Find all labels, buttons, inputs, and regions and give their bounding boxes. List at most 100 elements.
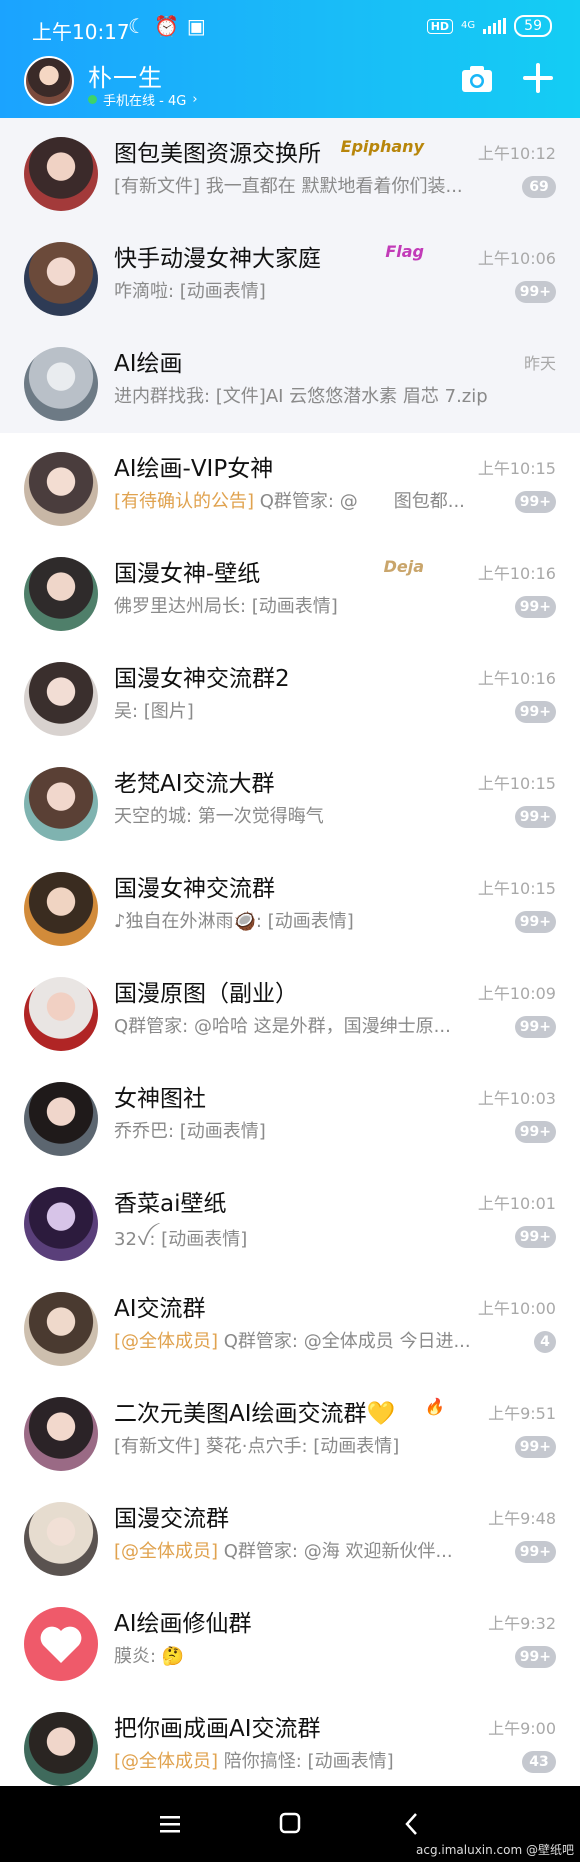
chat-time: 上午9:00 [488, 1719, 556, 1738]
group-avatar[interactable] [24, 1397, 98, 1471]
chat-preview-text: Q群管家: @全体成员 今日进... [218, 1331, 471, 1352]
group-avatar[interactable] [24, 1082, 98, 1156]
group-avatar[interactable] [24, 347, 98, 421]
chat-row[interactable]: AI绘画修仙群 膜炎: 🤔 上午9:32 99+ [0, 1588, 580, 1693]
chat-title: 国漫交流群 [114, 1506, 229, 1532]
chat-preview: 吴: [图片] [114, 697, 194, 723]
chat-preview: ♪独自在外淋雨🥥: [动画表情] [114, 907, 354, 933]
unread-badge: 99+ [514, 1541, 556, 1563]
heart-avatar[interactable] [24, 1607, 98, 1681]
chat-time: 上午9:51 [488, 1404, 556, 1423]
chat-title: 二次元美图AI绘画交流群💛 [114, 1401, 396, 1427]
back-icon[interactable] [392, 1806, 432, 1842]
chat-preview-text: 进内群找我: [文件]AI 云悠悠潜水素 眉芯 7.zip [114, 386, 488, 407]
chat-row[interactable]: 国漫女神-壁纸 佛罗里达州局长: [动画表情] 上午10:16 Deja 99+ [0, 538, 580, 643]
menu-icon[interactable] [150, 1806, 190, 1842]
chat-time: 上午10:01 [477, 1194, 556, 1213]
system-nav-bar: acg.imaluxin.com @壁纸吧 [0, 1786, 580, 1862]
group-avatar[interactable] [24, 452, 98, 526]
online-dot-icon [88, 95, 97, 104]
chat-time: 上午10:16 [477, 669, 556, 688]
chat-decoration: Deja [383, 557, 424, 576]
chat-row[interactable]: 香菜ai壁纸 32ꪜ: [动画表情] 上午10:01 99+ [0, 1168, 580, 1273]
chat-preview: [@全体成员] Q群管家: @全体成员 今日进... [114, 1327, 471, 1353]
unread-badge: 99+ [514, 1436, 556, 1458]
group-avatar[interactable] [24, 1502, 98, 1576]
chat-preview-text: Q群管家: @ 图包都... [254, 491, 465, 512]
chat-title: 图包美图资源交换所 [114, 141, 321, 167]
chat-title: 快手动漫女神大家庭 [114, 246, 321, 272]
chat-title: 国漫女神-壁纸 [114, 561, 261, 587]
unread-badge: 99+ [514, 1226, 556, 1248]
chat-title: AI绘画修仙群 [114, 1611, 252, 1637]
chat-time: 上午10:15 [477, 774, 556, 793]
chat-decoration: Epiphany [340, 137, 424, 156]
profile-area[interactable]: 朴一生 手机在线 - 4G › [24, 56, 556, 110]
chat-row[interactable]: 快手动漫女神大家庭 咋滴啦: [动画表情] 上午10:06 Flag 99+ [0, 223, 580, 328]
nickname[interactable]: 朴一生 [88, 58, 163, 93]
chat-row[interactable]: AI绘画-VIP女神 [有待确认的公告] Q群管家: @ 图包都... 上午10:1… [0, 433, 580, 538]
group-avatar[interactable] [24, 662, 98, 736]
unread-badge: 99+ [514, 806, 556, 828]
chat-row[interactable]: AI交流群 [@全体成员] Q群管家: @全体成员 今日进... 上午10:00 4 [0, 1273, 580, 1378]
chat-preview: [@全体成员] 陪你搞怪: [动画表情] [114, 1747, 394, 1773]
chat-preview: 进内群找我: [文件]AI 云悠悠潜水素 眉芯 7.zip [114, 382, 488, 408]
alarm-icon: ⏰ [153, 14, 179, 38]
group-avatar[interactable] [24, 137, 98, 211]
chat-row[interactable]: 国漫原图（副业） Q群管家: @哈哈 这是外群，国漫绅士原... 上午10:09 99… [0, 958, 580, 1063]
chat-row[interactable]: 国漫女神交流群2 吴: [图片] 上午10:16 99+ [0, 643, 580, 748]
camera-button[interactable] [460, 62, 494, 96]
chat-row[interactable]: 把你画成画AI交流群 [@全体成员] 陪你搞怪: [动画表情] 上午9:00 43 [0, 1693, 580, 1798]
chat-row[interactable]: 国漫女神交流群 ♪独自在外淋雨🥥: [动画表情] 上午10:15 99+ [0, 853, 580, 958]
header: 上午10:17 ☾ ⏰ ▣ HD 4G 59 朴一生 手机在线 - 4G › [0, 0, 580, 118]
group-avatar[interactable] [24, 242, 98, 316]
chat-preview: 佛罗里达州局长: [动画表情] [114, 592, 338, 618]
chat-preview-text: [有新文件] 我一直都在 默默地看着你们装... [114, 176, 463, 197]
chat-title: AI交流群 [114, 1296, 206, 1322]
add-button[interactable] [520, 60, 556, 96]
chat-title: AI绘画-VIP女神 [114, 456, 274, 482]
unread-badge: 99+ [514, 1121, 556, 1143]
online-status[interactable]: 手机在线 - 4G › [88, 90, 198, 109]
group-avatar[interactable] [24, 872, 98, 946]
battery-icon: 59 [514, 15, 552, 37]
chat-title: 国漫女神交流群 [114, 876, 275, 902]
watermark: acg.imaluxin.com @壁纸吧 [416, 1843, 574, 1857]
home-icon[interactable] [270, 1806, 310, 1842]
chat-row[interactable]: 老梵AI交流大群 天空的城: 第一次觉得晦气 上午10:15 99+ [0, 748, 580, 853]
chat-preview: Q群管家: @哈哈 这是外群，国漫绅士原... [114, 1012, 451, 1038]
group-avatar[interactable] [24, 557, 98, 631]
chat-title: 把你画成画AI交流群 [114, 1716, 321, 1742]
chat-tag: [@全体成员] [114, 1541, 219, 1562]
chat-preview: 膜炎: 🤔 [114, 1642, 184, 1668]
group-avatar[interactable] [24, 977, 98, 1051]
chat-time: 上午10:06 [477, 249, 556, 268]
group-avatar[interactable] [24, 1712, 98, 1786]
chat-row[interactable]: 国漫交流群 [@全体成员] Q群管家: @海 欢迎新伙伴... 上午9:48 99+ [0, 1483, 580, 1588]
status-time: 上午10:17 [32, 20, 130, 44]
chat-preview: [有待确认的公告] Q群管家: @ 图包都... [114, 487, 465, 513]
chat-tag: [有待确认的公告] [114, 491, 255, 512]
chat-time: 上午9:32 [488, 1614, 556, 1633]
chat-row[interactable]: AI绘画 进内群找我: [文件]AI 云悠悠潜水素 眉芯 7.zip 昨天 [0, 328, 580, 433]
network-label: 4G [461, 20, 476, 31]
status-bar: 上午10:17 ☾ ⏰ ▣ HD 4G 59 [0, 0, 580, 52]
chat-decoration: Flag [385, 242, 424, 261]
chat-time: 上午10:15 [477, 459, 556, 478]
chat-time: 上午10:12 [477, 144, 556, 163]
chat-row[interactable]: 图包美图资源交换所 [有新文件] 我一直都在 默默地看着你们装... 上午10:12… [0, 118, 580, 223]
chat-preview-text: 膜炎: 🤔 [114, 1646, 185, 1667]
chat-preview-text: Q群管家: @哈哈 这是外群，国漫绅士原... [114, 1016, 451, 1037]
group-avatar[interactable] [24, 1292, 98, 1366]
unread-badge: 99+ [514, 1016, 556, 1038]
group-avatar[interactable] [24, 767, 98, 841]
chat-row[interactable]: 二次元美图AI绘画交流群💛 [有新文件] 葵花·点穴手: [动画表情] 上午9:51… [0, 1378, 580, 1483]
unread-badge: 99+ [514, 281, 556, 303]
chat-row[interactable]: 女神图社 乔乔巴: [动画表情] 上午10:03 99+ [0, 1063, 580, 1168]
chat-title: 女神图社 [114, 1086, 206, 1112]
signal-icon [483, 18, 507, 34]
group-avatar[interactable] [24, 1187, 98, 1261]
my-avatar[interactable] [24, 56, 74, 106]
unread-badge: 99+ [514, 491, 556, 513]
chat-time: 昨天 [523, 354, 556, 373]
